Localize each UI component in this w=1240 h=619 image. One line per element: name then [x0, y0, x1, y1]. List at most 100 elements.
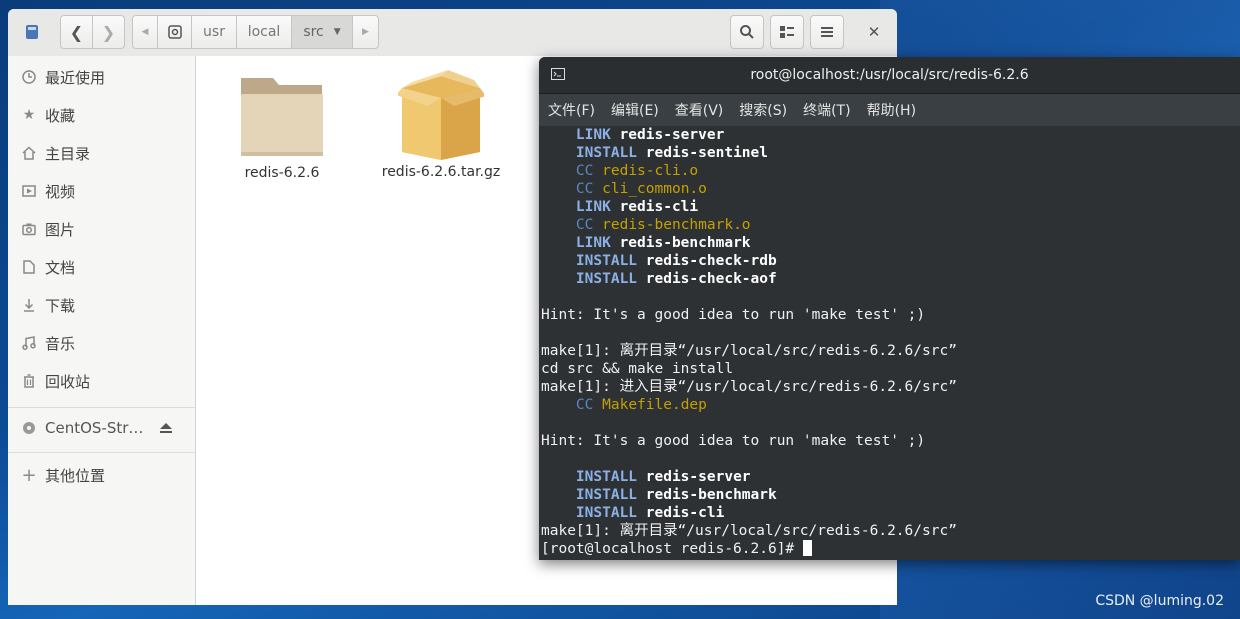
build-target: redis-cli.o: [602, 163, 699, 179]
folder-item[interactable]: redis-6.2.6: [207, 74, 357, 181]
sidebar-item-home[interactable]: 主目录: [8, 137, 195, 169]
dropdown-arrow-icon: ▼: [333, 27, 341, 37]
path-segment-local[interactable]: local: [236, 15, 292, 49]
build-step: INSTALL: [575, 487, 638, 503]
root-drive-icon: [167, 25, 182, 39]
build-step: CC: [575, 163, 594, 179]
music-icon: [21, 335, 37, 351]
terminal-line: INSTALL redis-check-rdb: [541, 252, 777, 270]
menu-view[interactable]: 查看(V): [675, 100, 724, 120]
view-mode-button[interactable]: [770, 15, 804, 49]
file-name: redis-6.2.6: [244, 165, 320, 181]
sidebar-item-label: 文档: [45, 258, 76, 277]
sidebar-item-recent[interactable]: 最近使用: [8, 61, 195, 93]
menu-file[interactable]: 文件(F): [548, 100, 595, 120]
sidebar-item-downloads[interactable]: 下载: [8, 289, 195, 321]
sidebar-separator: [8, 452, 195, 453]
terminal-line: CC redis-benchmark.o: [541, 216, 751, 234]
terminal-line: make[1]: 进入目录“/usr/local/src/redis-6.2.6…: [541, 379, 957, 395]
close-icon: ✕: [867, 23, 881, 41]
terminal-line: CC cli_common.o: [541, 180, 707, 198]
terminal-line: INSTALL redis-sentinel: [541, 144, 768, 162]
arrow-right-icon: ▶: [362, 27, 369, 37]
terminal-line: make[1]: 离开目录“/usr/local/src/redis-6.2.6…: [541, 343, 957, 359]
build-step: CC: [575, 217, 594, 233]
back-button[interactable]: ❮: [60, 15, 93, 49]
terminal-line: LINK redis-server: [541, 126, 724, 144]
star-icon: ★: [22, 107, 36, 123]
terminal-line: cd src && make install: [541, 361, 734, 377]
terminal-line: CC redis-cli.o: [541, 162, 698, 180]
close-button[interactable]: ✕: [858, 15, 890, 49]
search-icon: [740, 25, 754, 39]
sidebar-item-videos[interactable]: 视频: [8, 175, 195, 207]
chevron-left-icon: ❮: [69, 22, 84, 42]
build-step: INSTALL: [575, 271, 638, 287]
shell-prompt: [root@localhost redis-6.2.6]#: [541, 541, 803, 557]
sidebar-separator: [8, 407, 195, 408]
path-segment-src[interactable]: src ▼: [291, 15, 353, 49]
path-scroll-right-button[interactable]: ▶: [352, 15, 379, 49]
clock-icon: [21, 69, 37, 85]
terminal-line: Hint: It's a good idea to run 'make test…: [541, 307, 926, 323]
sidebar-item-starred[interactable]: ★ 收藏: [8, 99, 195, 131]
sidebar-item-other-locations[interactable]: + 其他位置: [8, 459, 195, 491]
build-target: redis-cli: [619, 199, 699, 215]
terminal-line: LINK redis-cli: [541, 198, 698, 216]
hamburger-icon: [821, 27, 833, 37]
sidebar-item-trash[interactable]: 回收站: [8, 365, 195, 397]
download-icon: [21, 297, 37, 313]
terminal-line: LINK redis-benchmark: [541, 234, 751, 252]
terminal-prompt-line[interactable]: [root@localhost redis-6.2.6]#: [541, 540, 812, 558]
file-manager-header: ❮ ❯ ◀ usr local src ▼ ▶ ✕: [8, 9, 897, 57]
archive-item[interactable]: redis-6.2.6.tar.gz: [366, 68, 516, 180]
sidebar-toggle-button[interactable]: [14, 15, 50, 49]
build-step: INSTALL: [575, 145, 638, 161]
sidebar-item-label: 下载: [45, 296, 76, 315]
sidebar-item-label: 视频: [45, 182, 76, 201]
terminal-titlebar: root@localhost:/usr/local/src/redis-6.2.…: [539, 57, 1240, 94]
build-step: LINK: [575, 235, 611, 251]
forward-button[interactable]: ❯: [92, 15, 125, 49]
sidebar-item-device[interactable]: CentOS-Str…: [8, 412, 195, 444]
places-sidebar: 最近使用 ★ 收藏 主目录 视频 图片 文档 下载 音乐 回收站 CentOS-…: [8, 56, 196, 605]
terminal-line: INSTALL redis-check-aof: [541, 270, 777, 288]
sidebar-item-pictures[interactable]: 图片: [8, 213, 195, 245]
menu-help[interactable]: 帮助(H): [867, 100, 916, 120]
build-step: INSTALL: [575, 505, 638, 521]
menu-button[interactable]: [810, 15, 844, 49]
terminal-line: INSTALL redis-cli: [541, 504, 724, 522]
terminal-output[interactable]: LINK redis-server INSTALL redis-sentinel…: [539, 126, 1240, 560]
archive-box-icon: [398, 70, 484, 160]
build-target: redis-check-rdb: [645, 253, 777, 269]
home-icon: [21, 145, 37, 161]
sidebar-item-label: CentOS-Str…: [45, 419, 144, 437]
search-button[interactable]: [730, 15, 764, 49]
drive-icon: [26, 25, 38, 39]
path-segment-usr[interactable]: usr: [191, 15, 237, 49]
video-icon: [21, 183, 37, 199]
build-target: redis-benchmark: [619, 235, 751, 251]
disc-icon: [21, 420, 37, 436]
sidebar-item-label: 最近使用: [45, 68, 106, 87]
path-segment-label: usr: [203, 24, 225, 40]
menu-edit[interactable]: 编辑(E): [611, 100, 659, 120]
eject-icon[interactable]: [159, 420, 173, 438]
path-scroll-left-button[interactable]: ◀: [132, 15, 158, 49]
file-name: redis-6.2.6.tar.gz: [381, 164, 501, 180]
terminal-line: INSTALL redis-benchmark: [541, 486, 777, 504]
camera-icon: [21, 221, 37, 237]
document-icon: [21, 259, 37, 275]
terminal-line: CC Makefile.dep: [541, 396, 707, 414]
arrow-left-icon: ◀: [141, 27, 149, 37]
sidebar-item-label: 音乐: [45, 334, 76, 353]
menu-search[interactable]: 搜索(S): [739, 100, 787, 120]
sidebar-item-documents[interactable]: 文档: [8, 251, 195, 283]
trash-icon: [21, 373, 37, 389]
menu-terminal[interactable]: 终端(T): [803, 100, 850, 120]
build-step: CC: [575, 181, 594, 197]
build-target: redis-server: [619, 127, 725, 143]
path-root-button[interactable]: [157, 15, 192, 49]
sidebar-item-music[interactable]: 音乐: [8, 327, 195, 359]
terminal-icon: [551, 68, 565, 84]
